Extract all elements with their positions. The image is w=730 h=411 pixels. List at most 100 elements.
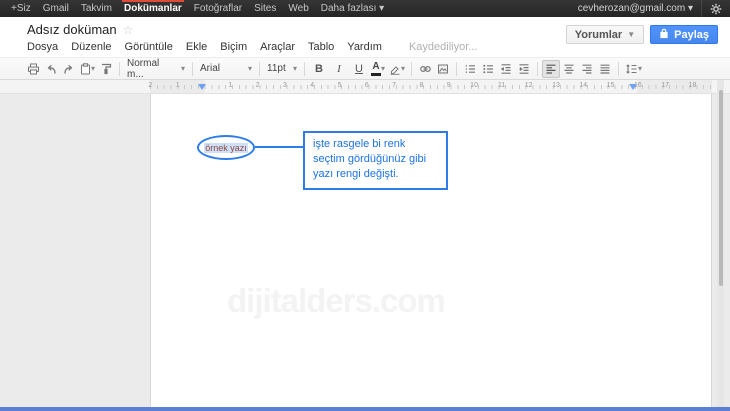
ruler-number: 2 [125,82,152,89]
toolbar-separator [259,62,260,76]
ruler-number: 9 [423,82,450,89]
scrollbar-thumb[interactable] [719,90,723,286]
bold-button[interactable]: B [309,60,329,78]
decrease-indent-button[interactable] [497,60,515,78]
ruler-number: 8 [396,82,423,89]
bullet-list-button[interactable] [479,60,497,78]
right-indent-marker[interactable] [629,84,637,90]
annotation-ellipse: örnek yazı [197,135,255,160]
undo-icon [45,63,57,75]
chevron-down-icon: ▾ [401,65,405,73]
font-dropdown[interactable]: Arial▾ [197,60,255,78]
align-right-button[interactable] [578,60,596,78]
chevron-down-icon: ▾ [638,65,642,73]
web-clipboard-icon [80,63,91,75]
menu-item[interactable]: Biçim [220,41,247,53]
gear-icon[interactable] [701,0,730,17]
justify-button[interactable] [596,60,614,78]
save-status: Kaydediliyor... [409,41,477,53]
topbar-link[interactable]: Fotoğraflar [188,0,248,17]
underline-button[interactable]: U [349,60,369,78]
annotation-callout-box: işte rasgele bi renk seçtim gördüğünüz g… [303,131,448,190]
italic-button[interactable]: I [329,60,349,78]
watermark: dijitalders.com [227,282,445,320]
menu-item[interactable]: Ekle [186,41,207,53]
bottom-blue-bar [0,407,730,411]
chevron-down-icon: ▾ [293,65,297,73]
topbar-link[interactable]: Sites [248,0,282,17]
toolbar-separator [119,62,120,76]
toolbar-separator [411,62,412,76]
print-icon [27,63,40,75]
topbar-link[interactable]: Web [282,0,314,17]
ruler-number: 11 [478,82,505,89]
left-indent-marker[interactable] [198,84,206,90]
align-left-button[interactable] [542,60,560,78]
numbered-list-button[interactable] [461,60,479,78]
menu-item[interactable]: Yardım [347,41,382,53]
line-spacing-button[interactable]: ▾ [623,60,644,78]
share-button-label: Paylaş [674,29,709,41]
chevron-down-icon: ▾ [381,65,385,73]
ruler-number: 18 [669,82,696,89]
insert-link-icon [419,63,432,75]
ruler-number: 6 [341,82,368,89]
undo-button[interactable] [42,60,60,78]
font-size-value: 11pt [267,63,286,74]
topbar-link[interactable]: Takvim [75,0,118,17]
insert-link-button[interactable] [416,60,434,78]
ruler-number: 5 [314,82,341,89]
lock-icon [659,28,669,42]
menu-item[interactable]: Dosya [27,41,58,53]
share-button[interactable]: Paylaş [650,25,718,44]
formatting-toolbar: ▾ Normal m...▾ Arial▾ 11pt▾ B I U A▾ ▾ ▾ [0,57,730,80]
justify-icon [599,63,611,75]
paint-format-button[interactable] [97,60,115,78]
increase-indent-button[interactable] [515,60,533,78]
menu-item[interactable]: Araçlar [260,41,295,53]
insert-image-icon [437,63,449,75]
horizontal-ruler: 21 123456789101112131415161718 [0,80,730,94]
ruler-number: 12 [505,82,532,89]
menu-item[interactable]: Görüntüle [125,41,173,53]
chevron-down-icon: ▾ [248,65,252,73]
circled-text[interactable]: örnek yazı [204,143,248,153]
styles-dropdown[interactable]: Normal m...▾ [124,60,188,78]
menu-item[interactable]: Düzenle [71,41,111,53]
align-center-button[interactable] [560,60,578,78]
styles-value: Normal m... [127,58,177,80]
menu-item[interactable]: Tablo [308,41,334,53]
toolbar-separator [456,62,457,76]
highlight-color-button[interactable]: ▾ [387,60,407,78]
topbar-link[interactable]: Dokümanlar [118,0,188,17]
topbar-link[interactable]: Gmail [37,0,75,17]
document-page[interactable]: dijitalders.com örnek yazı işte rasgele … [150,94,712,407]
redo-button[interactable] [60,60,78,78]
redo-icon [63,63,75,75]
toolbar-separator [304,62,305,76]
toolbar-separator [618,62,619,76]
chevron-down-icon: ▼ [627,31,635,39]
menu-bar: Dosya Düzenle Görüntüle Ekle Biçim Araçlar Tab… [27,41,477,53]
google-services-nav: +SizGmailTakvimDokümanlarFotoğraflarSite… [0,0,390,17]
document-canvas: dijitalders.com örnek yazı işte rasgele … [0,94,730,407]
account-menu[interactable]: cevherozan@gmail.com ▾ [570,0,701,17]
comments-button[interactable]: Yorumlar ▼ [566,25,644,44]
topbar-link[interactable]: Daha fazlası ▾ [315,0,390,17]
document-title[interactable]: Adsız doküman [27,22,117,37]
toolbar-separator [192,62,193,76]
ruler-number: 10 [451,82,478,89]
star-icon[interactable]: ☆ [123,24,134,36]
increase-indent-icon [518,63,530,75]
web-clipboard-button[interactable]: ▾ [78,60,97,78]
insert-image-button[interactable] [434,60,452,78]
topbar-link[interactable]: +Siz [5,0,37,17]
print-button[interactable] [24,60,42,78]
font-size-dropdown[interactable]: 11pt ▾ [264,60,300,78]
ruler-number: 14 [560,82,587,89]
ruler-number: 17 [642,82,669,89]
text-color-button[interactable]: A▾ [369,60,387,78]
ruler-number: 2 [232,82,259,89]
ruler-number: 4 [287,82,314,89]
text-color-icon: A [371,62,381,76]
